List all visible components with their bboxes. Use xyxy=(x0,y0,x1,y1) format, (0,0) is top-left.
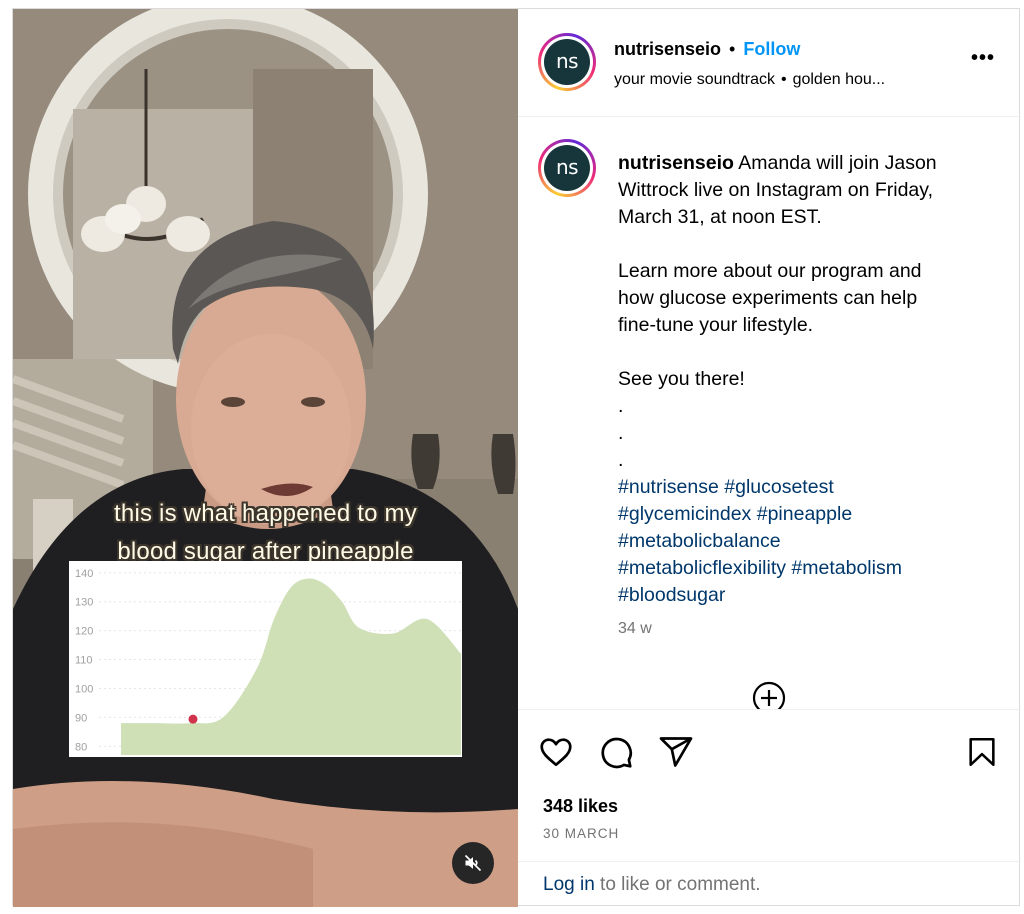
audio-track-name[interactable]: your movie soundtrack xyxy=(614,71,775,88)
caption-line: Wittrock live on Instagram on Friday, xyxy=(618,179,933,201)
hashtag-link[interactable]: #metabolicflexibility xyxy=(618,557,786,579)
mute-toggle-button[interactable] xyxy=(452,842,494,884)
y-tick-label: 90 xyxy=(75,712,87,724)
caption-dot: . xyxy=(618,395,624,417)
username-link[interactable]: nutrisenseio xyxy=(614,39,721,59)
caption-line: fine-tune your lifestyle. xyxy=(618,314,814,336)
hashtag-link[interactable]: #nutrisense xyxy=(618,476,719,498)
glucose-marker-point xyxy=(188,714,198,724)
video-frame xyxy=(13,9,518,907)
heart-icon xyxy=(540,738,572,767)
login-prompt: Log in to like or comment. xyxy=(518,861,1021,907)
hashtag-link[interactable]: #metabolism xyxy=(791,557,902,579)
caption-line: Amanda will join Jason xyxy=(738,152,937,174)
login-link[interactable]: Log in xyxy=(543,874,595,895)
comment-icon xyxy=(601,737,633,769)
separator-dot: • xyxy=(729,39,736,59)
y-tick-label: 110 xyxy=(75,655,93,667)
post-side-panel: ns nutrisenseio • Follow your movie soundt… xyxy=(518,9,1021,907)
more-options-button[interactable]: ••• xyxy=(971,48,995,68)
caption-dot: . xyxy=(618,422,624,444)
glucose-area-series xyxy=(121,578,461,755)
hashtag-link[interactable]: #pineapple xyxy=(757,503,852,525)
profile-avatar[interactable]: ns xyxy=(538,33,596,91)
avatar-logo: ns xyxy=(544,39,590,85)
like-button[interactable] xyxy=(536,732,576,772)
load-more-comments-icon[interactable] xyxy=(751,680,787,709)
caption-line: Learn more about our program and xyxy=(618,260,922,282)
caption-line: how glucose experiments can help xyxy=(618,287,918,309)
caption-line: March 31, at noon EST. xyxy=(618,206,822,228)
hashtags: #nutrisense #glucosetest #glycemicindex … xyxy=(618,474,998,609)
glucose-chart: 140 130 120 110 100 90 80 xyxy=(69,561,462,757)
caption-avatar[interactable]: ns xyxy=(538,139,596,197)
share-button[interactable] xyxy=(656,732,696,772)
login-prompt-text: to like or comment. xyxy=(594,874,761,895)
avatar-logo: ns xyxy=(544,145,590,191)
action-bar: 348 likes 30 MARCH xyxy=(518,709,1021,861)
video-player[interactable]: this is what happened to my blood sugar … xyxy=(13,9,518,907)
audio-artist-name[interactable]: golden hou... xyxy=(793,71,886,88)
hashtag-link[interactable]: #glycemicindex xyxy=(618,503,751,525)
post-caption: nutrisenseio Amanda will join Jason Witt… xyxy=(618,150,998,609)
hashtag-link[interactable]: #glucosetest xyxy=(724,476,834,498)
save-button[interactable] xyxy=(962,732,1002,772)
follow-button[interactable]: Follow xyxy=(743,39,800,59)
audio-separator: • xyxy=(780,71,787,88)
y-tick-label: 100 xyxy=(75,683,93,695)
caption-line: See you there! xyxy=(618,368,745,390)
caption-username[interactable]: nutrisenseio xyxy=(618,152,734,174)
likes-count[interactable]: 348 likes xyxy=(543,796,618,817)
y-tick-label: 120 xyxy=(75,626,93,638)
audio-attribution[interactable]: your movie soundtrack • golden hou... xyxy=(614,71,954,89)
post-date: 30 MARCH xyxy=(543,826,620,841)
caption-area: ns nutrisenseio Amanda will join Jason W… xyxy=(518,117,1021,709)
comment-button[interactable] xyxy=(596,732,636,772)
post-time-ago[interactable]: 34 w xyxy=(618,620,652,638)
y-tick-label: 130 xyxy=(75,597,93,609)
y-tick-label: 140 xyxy=(75,568,93,580)
share-icon xyxy=(659,737,693,767)
hashtag-link[interactable]: #metabolicbalance xyxy=(618,530,781,552)
hashtag-link[interactable]: #bloodsugar xyxy=(618,584,725,606)
caption-dot: . xyxy=(618,449,624,471)
video-caption-line1: this is what happened to my xyxy=(114,500,417,527)
glucose-chart-svg: 140 130 120 110 100 90 80 xyxy=(75,568,461,755)
bookmark-icon xyxy=(969,737,995,767)
speaker-muted-icon xyxy=(464,854,482,872)
instagram-post: this is what happened to my blood sugar … xyxy=(12,8,1021,907)
y-tick-label: 80 xyxy=(75,741,87,753)
post-header: ns nutrisenseio • Follow your movie soundt… xyxy=(518,9,1021,117)
